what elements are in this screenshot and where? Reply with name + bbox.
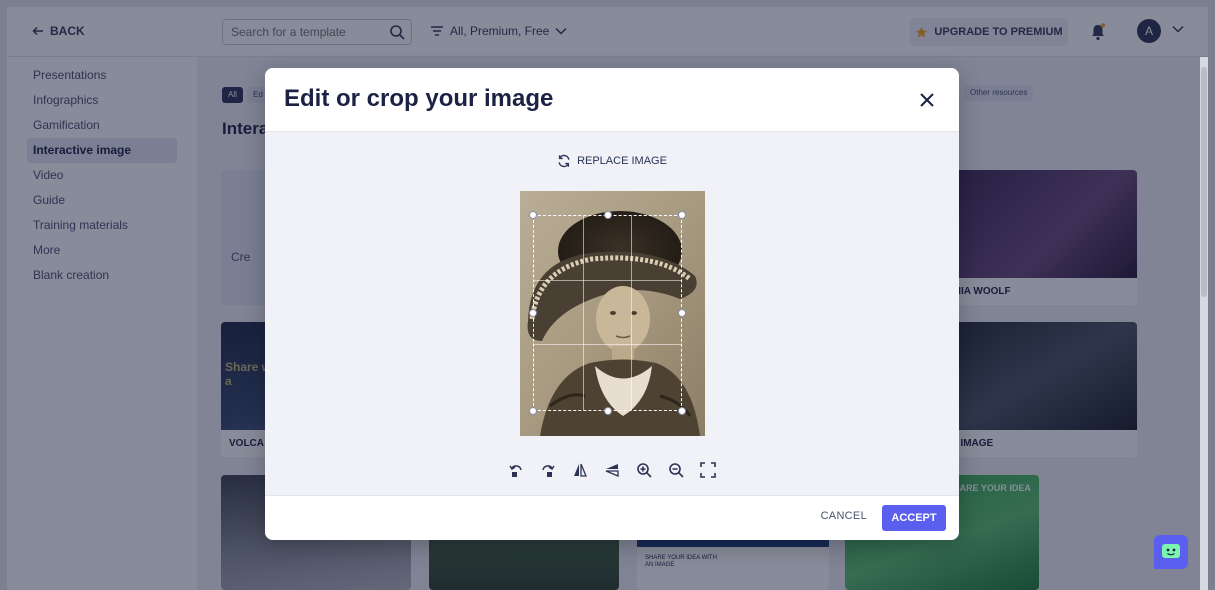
cancel-button[interactable]: CANCEL [821, 510, 867, 522]
flip-vertical-icon [605, 464, 619, 477]
flip-horizontal-button[interactable] [570, 460, 590, 480]
close-icon [920, 93, 934, 107]
zoom-in-icon [637, 463, 652, 478]
modal-title: Edit or crop your image [284, 85, 554, 112]
crop-grid-line [534, 280, 681, 282]
rotate-left-button[interactable] [506, 460, 526, 480]
close-button[interactable] [915, 88, 939, 112]
rotate-right-button[interactable] [538, 460, 558, 480]
modal-footer: CANCEL ACCEPT [265, 495, 959, 540]
crop-handle-top[interactable] [604, 211, 612, 219]
crop-handle-bottom-right[interactable] [678, 407, 686, 415]
fit-button[interactable] [698, 460, 718, 480]
crop-handle-top-right[interactable] [678, 211, 686, 219]
crop-handle-bottom-left[interactable] [529, 407, 537, 415]
zoom-out-button[interactable] [666, 460, 686, 480]
crop-grid-line [534, 344, 681, 346]
rotate-left-icon [509, 465, 522, 477]
crop-handle-top-left[interactable] [529, 211, 537, 219]
chat-button[interactable] [1154, 535, 1188, 569]
crop-handle-right[interactable] [678, 309, 686, 317]
replace-image-label: REPLACE IMAGE [577, 155, 667, 167]
refresh-icon [558, 154, 570, 168]
crop-grid-line [582, 216, 584, 410]
zoom-in-button[interactable] [634, 460, 654, 480]
page-scrollbar[interactable] [1200, 57, 1208, 590]
flip-horizontal-icon [574, 463, 587, 477]
chat-face-icon [1162, 544, 1180, 558]
modal-header: Edit or crop your image [265, 68, 959, 132]
image-toolbar [265, 460, 959, 480]
fit-icon [700, 462, 716, 478]
accept-button[interactable]: ACCEPT [882, 505, 946, 531]
zoom-out-icon [669, 463, 684, 478]
crop-handle-left[interactable] [529, 309, 537, 317]
scrollbar-thumb[interactable] [1201, 67, 1207, 297]
crop-grid-line [631, 216, 633, 410]
edit-image-modal: Edit or crop your image REPLACE IMAGE CA… [265, 68, 959, 540]
crop-selection[interactable] [529, 211, 686, 415]
flip-vertical-button[interactable] [602, 460, 622, 480]
replace-image-button[interactable]: REPLACE IMAGE [265, 154, 959, 168]
rotate-right-icon [542, 465, 555, 477]
crop-handle-bottom[interactable] [604, 407, 612, 415]
